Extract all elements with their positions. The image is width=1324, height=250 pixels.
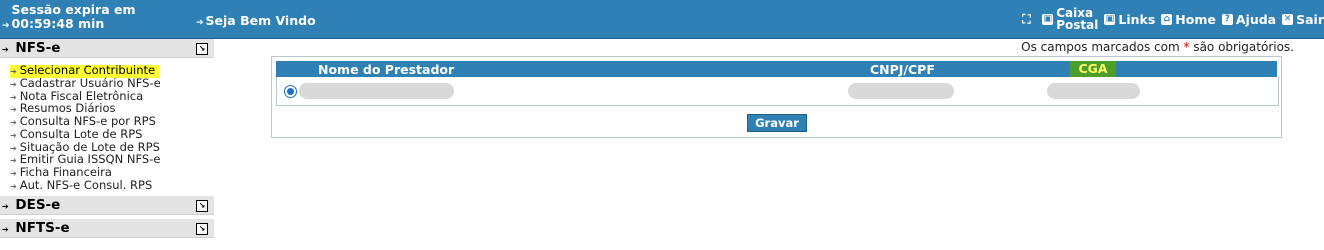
nfse-menu: ➔ Selecionar Contribuinte ➔ Cadastrar Usuá… — [0, 58, 214, 194]
table-header: Nome do Prestador CNPJ/CPF CGA — [276, 61, 1277, 77]
sair-link[interactable]: ✕ Sair — [1282, 12, 1324, 27]
cnpj-cpf-redacted — [848, 83, 954, 99]
section-title: NFS-e — [15, 40, 61, 56]
caixa-postal-link[interactable]: ▣ Caixa Postal — [1042, 7, 1098, 31]
caixa-line2: Postal — [1056, 18, 1099, 32]
arrow-icon: ➔ — [10, 156, 17, 166]
menu-item-label: Selecionar Contribuinte — [19, 63, 156, 77]
arrow-icon: ➔ — [10, 130, 17, 140]
session-timer: ➔Sessão expira em 00:59:48 min — [2, 3, 202, 33]
required-asterisk: * — [1183, 40, 1190, 54]
welcome-text: Seja Bem Vindo — [205, 13, 316, 28]
expand-toggle-icon[interactable]: ↘ — [196, 200, 208, 213]
home-label: Home — [1175, 11, 1216, 27]
column-cnpj-cpf: CNPJ/CPF — [870, 62, 935, 77]
arrow-icon: ➔ — [2, 202, 9, 212]
note-prefix: Os campos marcados com — [1021, 40, 1180, 54]
help-icon: ? — [1221, 13, 1233, 25]
arrow-icon: ➔ — [196, 18, 204, 28]
arrow-icon: ➔ — [10, 118, 17, 128]
arrow-icon: ➔ — [10, 181, 17, 191]
section-title: NFTS-e — [15, 220, 70, 237]
welcome-message: ➔ Seja Bem Vindo — [196, 13, 316, 28]
required-fields-note: Os campos marcados com * são obrigatório… — [1021, 40, 1294, 54]
links-label: Links — [1118, 11, 1156, 27]
arrow-icon: ➔ — [10, 92, 17, 102]
links-link[interactable]: ▣ Links — [1104, 12, 1155, 27]
home-icon: ⌂ — [1161, 13, 1173, 25]
ajuda-link[interactable]: ? Ajuda — [1221, 11, 1277, 27]
fullscreen-icon[interactable]: ⛶ — [1022, 13, 1034, 25]
mailbox-icon: ▣ — [1042, 13, 1054, 25]
sair-label: Sair — [1296, 11, 1324, 27]
menu-item-label: Aut. NFS-e Consul. RPS — [19, 177, 153, 192]
links-icon: ▣ — [1104, 13, 1116, 25]
section-nfse-header[interactable]: ➔ NFS-e ↘ — [0, 39, 214, 58]
arrow-icon: ➔ — [2, 225, 9, 235]
menu-item-aut-nfse[interactable]: ➔ Aut. NFS-e Consul. RPS — [0, 177, 214, 193]
note-suffix: são obrigatórios. — [1193, 40, 1294, 54]
section-dese-header[interactable]: ➔ DES-e ↘ — [0, 196, 214, 216]
expand-toggle-icon[interactable]: ↘ — [196, 223, 208, 236]
home-link[interactable]: ⌂ Home — [1161, 12, 1216, 27]
section-nftse-header[interactable]: ➔ NFTS-e ↘ — [0, 219, 214, 239]
arrow-icon: ➔ — [2, 21, 10, 31]
column-nome-prestador: Nome do Prestador — [318, 62, 455, 77]
caixa-postal-label: Caixa Postal — [1056, 7, 1098, 31]
ajuda-label: Ajuda — [1235, 11, 1277, 27]
prestador-name-redacted — [299, 83, 454, 99]
arrow-icon: ➔ — [10, 105, 17, 115]
top-navigation: ⛶ ▣ Caixa Postal ▣ Links ⌂ Home ? Ajuda … — [1022, 4, 1324, 34]
close-icon: ✕ — [1282, 13, 1294, 25]
cga-redacted — [1047, 83, 1140, 99]
sidebar: ➔ NFS-e ↘ ➔ Selecionar Contribuinte ➔ Cada… — [0, 39, 214, 250]
arrow-icon: ➔ — [10, 168, 17, 178]
select-radio[interactable] — [284, 85, 297, 98]
arrow-icon: ➔ — [10, 143, 17, 153]
top-bar: ➔Sessão expira em 00:59:48 min ➔ Seja Bem… — [0, 0, 1324, 39]
table-row — [276, 77, 1279, 106]
collapse-toggle-icon[interactable]: ↘ — [196, 43, 208, 55]
save-button[interactable]: Gravar — [747, 114, 807, 132]
column-cga: CGA — [1070, 61, 1116, 77]
arrow-icon: ➔ — [2, 45, 9, 54]
session-text: Sessão expira em 00:59:48 min — [11, 2, 136, 31]
section-title: DES-e — [15, 197, 61, 214]
arrow-icon: ➔ — [10, 80, 17, 89]
prestador-panel: Nome do Prestador CNPJ/CPF CGA Gravar — [271, 56, 1282, 138]
arrow-icon: ➔ — [10, 67, 17, 76]
